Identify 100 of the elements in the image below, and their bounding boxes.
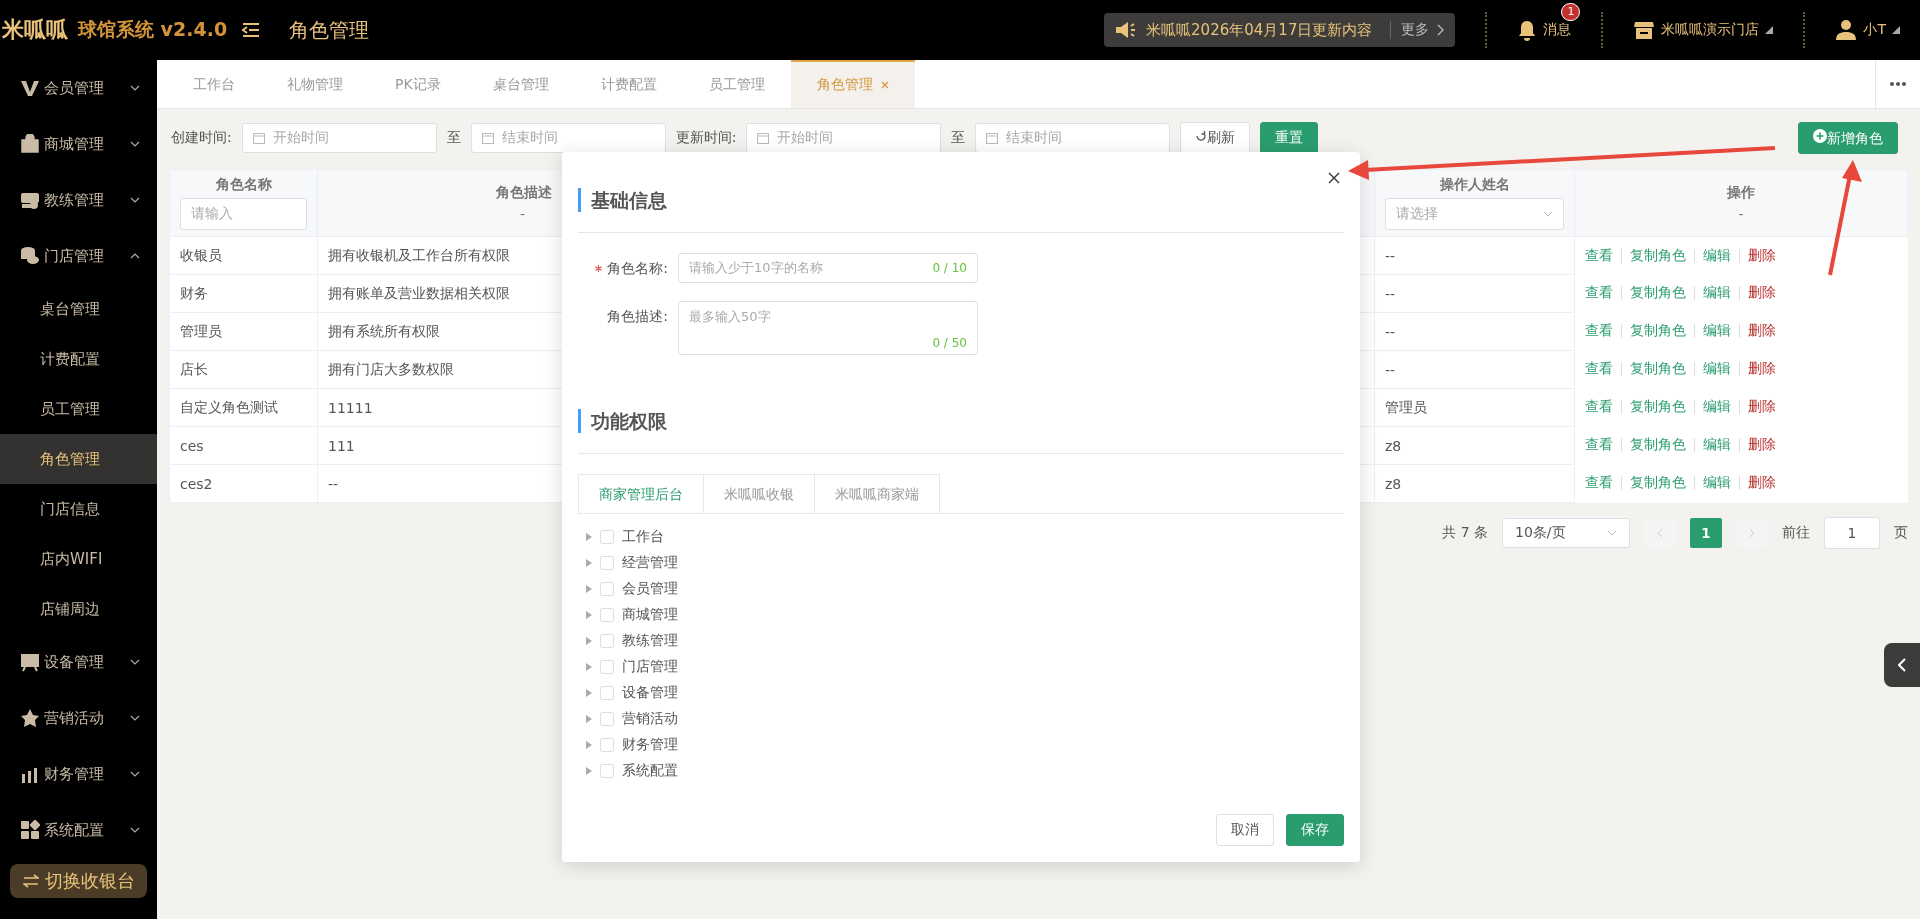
action-link[interactable]: 复制角色	[1630, 284, 1686, 302]
expand-caret-icon[interactable]	[586, 663, 592, 671]
column-filter-field[interactable]: 请输入	[180, 198, 307, 230]
action-link[interactable]: 编辑	[1703, 284, 1731, 302]
action-link[interactable]: 编辑	[1703, 322, 1731, 340]
page-tab[interactable]: 桌台管理	[466, 60, 575, 108]
sidebar-item[interactable]: 门店管理	[0, 228, 157, 284]
name-input-field[interactable]: 请输入少于10字的名称 0 / 10	[678, 253, 978, 283]
checkbox[interactable]	[600, 764, 614, 778]
action-link[interactable]: 复制角色	[1630, 474, 1686, 492]
description-textarea[interactable]: 最多输入50字 0 / 50	[678, 301, 978, 355]
action-link[interactable]: 编辑	[1703, 398, 1731, 416]
checkbox[interactable]	[600, 634, 614, 648]
checkbox[interactable]	[600, 738, 614, 752]
page-tab[interactable]: PK记录	[369, 60, 467, 108]
user-menu[interactable]: 小T	[1863, 21, 1886, 39]
sidebar-item[interactable]: 会员管理	[0, 60, 157, 116]
expand-caret-icon[interactable]	[586, 637, 592, 645]
action-link[interactable]: 删除	[1748, 246, 1776, 265]
page-tab[interactable]: 角色管理	[790, 60, 915, 108]
date-field[interactable]: 开始时间	[241, 123, 437, 153]
menu-collapse-icon[interactable]	[241, 22, 262, 38]
action-link[interactable]: 删除	[1748, 474, 1776, 492]
checkbox[interactable]	[600, 556, 614, 570]
action-link[interactable]: 查看	[1585, 322, 1613, 340]
action-link[interactable]: 查看	[1585, 284, 1613, 302]
expand-caret-icon[interactable]	[586, 611, 592, 619]
sidebar-item[interactable]: 营销活动	[0, 690, 157, 746]
page-tab[interactable]: 工作台	[167, 60, 261, 108]
sidebar-subitem[interactable]: 计费配置	[0, 334, 157, 384]
cancel-button[interactable]: 取消	[1216, 814, 1274, 846]
action-link[interactable]: 编辑	[1703, 246, 1731, 265]
action-link[interactable]: 编辑	[1703, 436, 1731, 454]
action-link[interactable]: 删除	[1748, 436, 1776, 454]
action-link[interactable]: 查看	[1585, 398, 1613, 416]
checkbox[interactable]	[600, 712, 614, 726]
page-number-button[interactable]: 1	[1690, 518, 1722, 548]
page-size-select[interactable]: 10条/页	[1502, 518, 1630, 548]
action-link[interactable]: 删除	[1748, 398, 1776, 416]
expand-caret-icon[interactable]	[586, 585, 592, 593]
add-role-button[interactable]: 新增角色	[1798, 122, 1898, 154]
close-icon[interactable]	[1328, 172, 1340, 184]
action-link[interactable]: 删除	[1748, 284, 1776, 302]
reset-button[interactable]: 重置	[1260, 122, 1319, 154]
more-link[interactable]: 更多	[1390, 21, 1430, 39]
sidebar-item[interactable]: 财务管理	[0, 746, 157, 802]
action-link[interactable]: 删除	[1748, 360, 1776, 378]
side-panel-toggle[interactable]	[1884, 643, 1920, 687]
permission-tab[interactable]: 米呱呱收银	[704, 474, 815, 513]
permission-tab[interactable]: 米呱呱商家端	[815, 474, 940, 513]
permission-tab[interactable]: 商家管理后台	[578, 474, 704, 513]
action-link[interactable]: 查看	[1585, 360, 1613, 378]
action-link[interactable]: 查看	[1585, 246, 1613, 265]
action-link[interactable]: 编辑	[1703, 360, 1731, 378]
action-link[interactable]: 复制角色	[1630, 246, 1686, 265]
expand-caret-icon[interactable]	[586, 767, 592, 775]
date-field[interactable]: 结束时间	[975, 123, 1171, 153]
checkbox[interactable]	[600, 608, 614, 622]
expand-caret-icon[interactable]	[586, 559, 592, 567]
messages-link[interactable]: 消息	[1543, 21, 1572, 39]
action-link[interactable]: 复制角色	[1630, 360, 1686, 378]
checkbox[interactable]	[600, 582, 614, 596]
more-icon[interactable]	[1890, 82, 1906, 86]
goto-page-field[interactable]: 1	[1824, 517, 1880, 549]
date-field[interactable]: 结束时间	[470, 123, 666, 153]
action-link[interactable]: 查看	[1585, 474, 1613, 492]
expand-caret-icon[interactable]	[586, 741, 592, 749]
checkbox[interactable]	[600, 686, 614, 700]
column-filter-select[interactable]: 请选择	[1385, 198, 1564, 230]
sidebar-subitem[interactable]: 门店信息	[0, 484, 157, 534]
sidebar-item[interactable]: 设备管理	[0, 634, 157, 690]
sidebar-item[interactable]: 商城管理	[0, 116, 157, 172]
sidebar-subitem[interactable]: 员工管理	[0, 384, 157, 434]
action-link[interactable]: 查看	[1585, 436, 1613, 454]
expand-caret-icon[interactable]	[586, 533, 592, 541]
sidebar-subitem[interactable]: 店内WIFI	[0, 534, 157, 584]
sidebar-item[interactable]: 教练管理	[0, 172, 157, 228]
sidebar-subitem[interactable]: 桌台管理	[0, 284, 157, 334]
save-button[interactable]: 保存	[1286, 814, 1344, 846]
date-field[interactable]: 开始时间	[746, 123, 942, 153]
page-tab[interactable]: 计费配置	[574, 60, 683, 108]
checkbox[interactable]	[600, 660, 614, 674]
bell-icon[interactable]	[1517, 19, 1538, 41]
sidebar-subitem[interactable]: 角色管理	[0, 434, 157, 484]
sidebar-subitem[interactable]: 店铺周边	[0, 584, 157, 634]
action-link[interactable]: 复制角色	[1630, 322, 1686, 340]
action-link[interactable]: 复制角色	[1630, 436, 1686, 454]
action-link[interactable]: 复制角色	[1630, 398, 1686, 416]
refresh-button[interactable]: 刷新	[1180, 122, 1251, 154]
page-tab[interactable]: 礼物管理	[261, 60, 369, 108]
notice-bar[interactable]: 米呱呱2026年04月17日更新内容 更多	[1104, 13, 1456, 47]
store-selector[interactable]: 米呱呱演示门店	[1661, 21, 1760, 39]
expand-caret-icon[interactable]	[586, 689, 592, 697]
page-tab[interactable]: 员工管理	[682, 60, 791, 108]
switch-cashier-button[interactable]: 切换收银台	[10, 864, 147, 898]
action-link[interactable]: 删除	[1748, 322, 1776, 340]
action-link[interactable]: 编辑	[1703, 474, 1731, 492]
sidebar-item[interactable]: 系统配置	[0, 802, 157, 858]
expand-caret-icon[interactable]	[586, 715, 592, 723]
checkbox[interactable]	[600, 530, 614, 544]
